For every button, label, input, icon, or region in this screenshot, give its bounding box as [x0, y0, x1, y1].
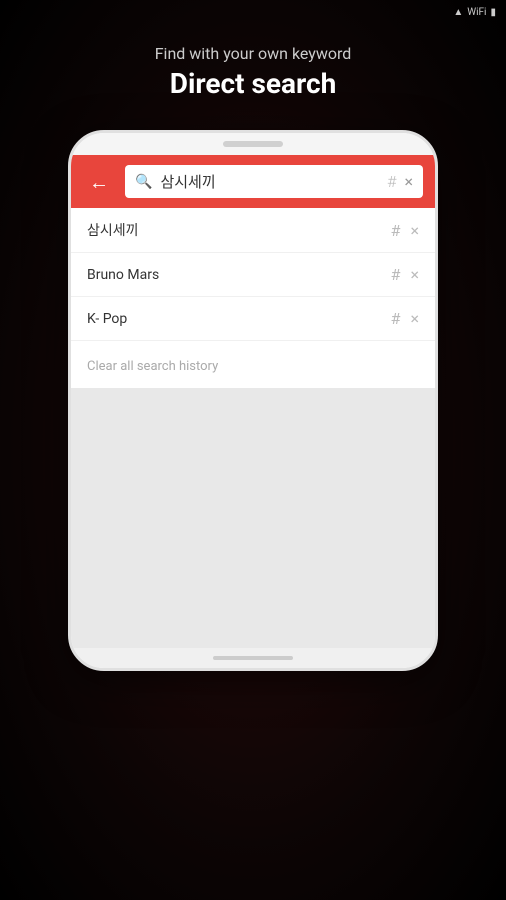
search-bar: ← 🔍 삼시세끼 # × — [71, 155, 435, 208]
list-item[interactable]: K- Pop # × — [71, 297, 435, 341]
result-text: K- Pop — [87, 311, 391, 327]
phone-home-bar — [71, 648, 435, 668]
result-remove-button[interactable]: × — [410, 309, 419, 328]
search-input-container[interactable]: 🔍 삼시세끼 # × — [125, 165, 423, 198]
clear-history-section[interactable]: Clear all search history — [71, 341, 435, 388]
phone-body-gray — [71, 388, 435, 648]
signal-icon: ▲ — [453, 7, 463, 18]
result-text: Bruno Mars — [87, 267, 391, 283]
clear-history-button[interactable]: Clear all search history — [87, 359, 218, 374]
search-icon: 🔍 — [135, 174, 152, 190]
search-results-list: 삼시세끼 # × Bruno Mars # × K- Pop # × Clear… — [71, 208, 435, 388]
hash-icon: # — [387, 172, 396, 191]
result-remove-button[interactable]: × — [410, 221, 419, 240]
status-bar: ▲ WiFi ▮ — [0, 0, 506, 24]
search-input[interactable]: 삼시세끼 — [160, 171, 379, 192]
back-arrow-icon: ← — [89, 172, 109, 192]
clear-input-button[interactable]: × — [404, 172, 413, 191]
back-button[interactable]: ← — [83, 166, 115, 198]
home-indicator — [213, 656, 293, 660]
phone-notch — [71, 133, 435, 155]
result-hash-icon: # — [391, 221, 401, 240]
header-subtitle: Find with your own keyword — [155, 44, 352, 63]
status-icons: ▲ WiFi ▮ — [453, 7, 496, 18]
phone-mockup: ← 🔍 삼시세끼 # × 삼시세끼 # × Bruno Mars # × K- … — [68, 130, 438, 671]
result-text: 삼시세끼 — [87, 220, 391, 240]
result-hash-icon: # — [391, 309, 401, 328]
result-remove-button[interactable]: × — [410, 265, 419, 284]
wifi-icon: WiFi — [467, 7, 486, 18]
result-hash-icon: # — [391, 265, 401, 284]
header-title: Direct search — [155, 67, 352, 100]
list-item[interactable]: Bruno Mars # × — [71, 253, 435, 297]
phone-speaker — [223, 141, 283, 147]
battery-icon: ▮ — [490, 7, 496, 18]
header-section: Find with your own keyword Direct search — [115, 24, 392, 130]
list-item[interactable]: 삼시세끼 # × — [71, 208, 435, 253]
